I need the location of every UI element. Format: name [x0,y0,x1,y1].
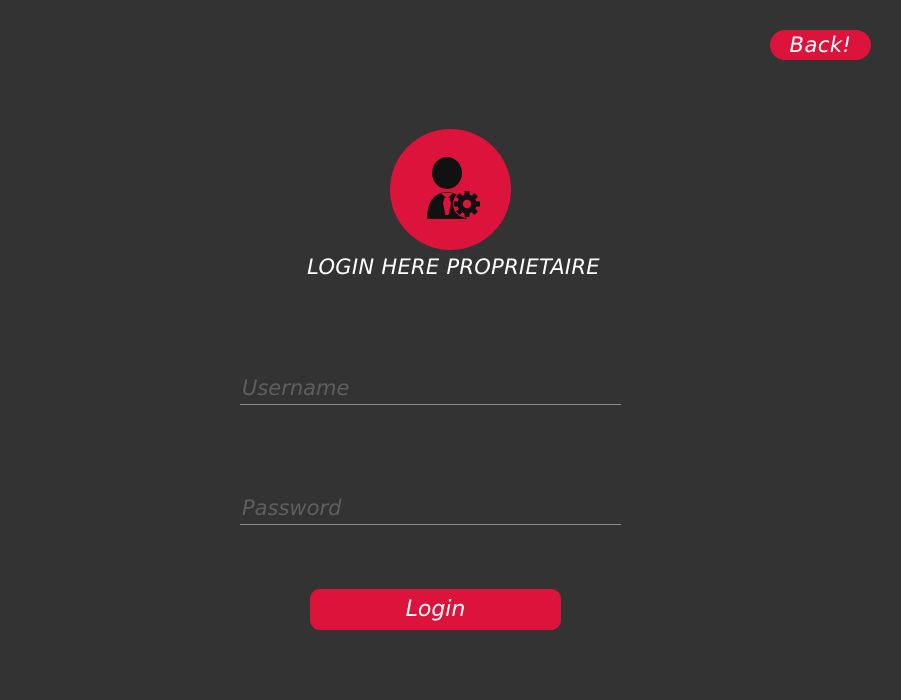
login-button[interactable]: Login [310,589,561,630]
user-admin-icon [390,129,511,250]
login-page: Back! LOGIN HERE PROPRIETAIRE Username L… [0,0,901,700]
back-button[interactable]: Back! [770,30,871,60]
user-gear-icon [427,157,481,219]
username-input[interactable] [240,371,621,405]
password-input[interactable] [240,491,621,525]
page-title: LOGIN HERE PROPRIETAIRE [307,255,600,279]
